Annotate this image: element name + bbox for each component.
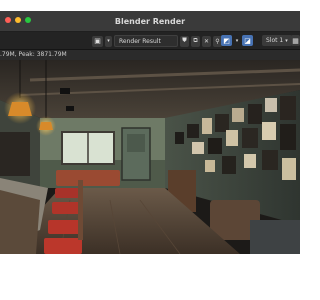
- view-controls: ◩ ▾ ◪: [221, 35, 253, 46]
- minimize-button[interactable]: [15, 17, 21, 23]
- render-viewport[interactable]: [0, 60, 300, 254]
- view-icon[interactable]: ◩: [221, 35, 232, 46]
- browse-image-icon[interactable]: ▾: [105, 35, 112, 47]
- image-icon[interactable]: ▣: [92, 35, 103, 47]
- chevron-down-icon: ▾: [285, 37, 288, 44]
- display-channels-icon[interactable]: ◪: [242, 35, 253, 46]
- maximize-button[interactable]: [25, 17, 31, 23]
- checkerboard-icon[interactable]: ▦: [291, 35, 300, 46]
- fake-user-icon[interactable]: ⛊: [180, 35, 189, 47]
- render-image: [0, 60, 300, 254]
- render-window: Blender Render ▣ ▾ Render Result ⛊ ⧉ ✕ ⚲…: [0, 11, 300, 254]
- window-controls: [5, 17, 31, 23]
- unlink-icon[interactable]: ✕: [202, 35, 211, 47]
- slot-selector[interactable]: Slot 1 ▾: [262, 35, 292, 46]
- close-button[interactable]: [5, 17, 11, 23]
- image-name-field[interactable]: Render Result: [114, 35, 178, 47]
- render-stats: .79M, Peak: 3871.79M: [0, 50, 300, 60]
- slot-label: Slot 1: [266, 37, 284, 44]
- title-bar: Blender Render: [0, 11, 300, 32]
- image-selector: ▣ ▾ Render Result ⛊ ⧉ ✕ ⚲: [92, 35, 222, 47]
- chevron-down-icon[interactable]: ▾: [234, 35, 240, 46]
- window-title: Blender Render: [114, 16, 186, 26]
- new-image-icon[interactable]: ⧉: [191, 35, 200, 47]
- memory-stats: .79M, Peak: 3871.79M: [0, 51, 67, 58]
- image-editor-header: ▣ ▾ Render Result ⛊ ⧉ ✕ ⚲ ◩ ▾ ◪ Slot 1 ▾…: [0, 32, 300, 50]
